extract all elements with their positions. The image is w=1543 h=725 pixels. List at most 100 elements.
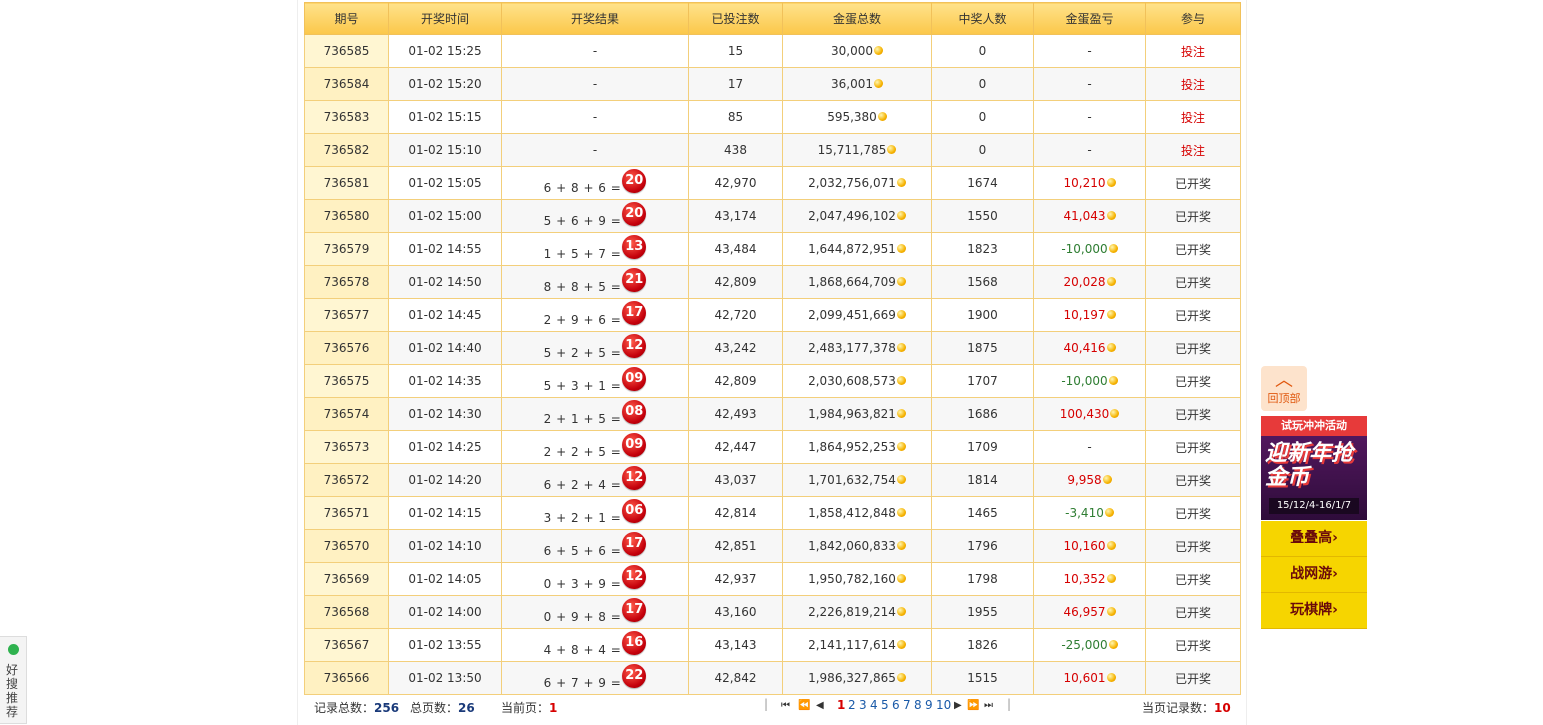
bet-link[interactable]: 投注 (1181, 78, 1205, 92)
next-page-icon[interactable]: ▶ (954, 700, 962, 711)
cell-action: 投注 (1145, 100, 1241, 134)
promo-banner[interactable]: 试玩冲冲活动 迎新年抢金币 15/12/4-16/1/7 (1261, 416, 1367, 520)
eggs-value: 30,000 (831, 44, 873, 58)
cell-bets: 42,447 (688, 430, 783, 464)
page-number-link[interactable]: 6 (892, 698, 900, 712)
cell-period: 736585 (304, 34, 389, 68)
cell-winners: 0 (931, 133, 1034, 167)
profit-value: -10,000 (1061, 242, 1108, 256)
last-page-icon[interactable]: ⏭ (984, 700, 993, 711)
cell-time: 01-02 15:25 (388, 34, 502, 68)
cell-result: 6 + 2 + 4 = 12 (501, 463, 689, 497)
cell-winners: 1955 (931, 595, 1034, 629)
col-header-action: 参与 (1145, 2, 1241, 35)
cell-period: 736579 (304, 232, 389, 266)
cell-action: 已开奖 (1145, 496, 1241, 530)
result-ball: 22 (622, 664, 647, 688)
drawn-status: 已开奖 (1174, 638, 1211, 653)
bet-link[interactable]: 投注 (1181, 111, 1205, 125)
result-formula: 1 + 5 + 7 = (543, 247, 622, 261)
cell-eggs: 15,711,785 (782, 133, 932, 167)
cell-bets: 43,174 (688, 199, 783, 233)
cell-time: 01-02 13:50 (388, 661, 502, 695)
result-expression: 6 + 8 + 6 = 20 (544, 167, 647, 199)
pager-separator-left: | (764, 697, 769, 711)
cell-period: 736572 (304, 463, 389, 497)
gold-egg-icon (896, 277, 906, 286)
bet-link[interactable]: 投注 (1181, 45, 1205, 59)
cell-result: 0 + 3 + 9 = 12 (501, 562, 689, 596)
cell-time: 01-02 13:55 (388, 628, 502, 662)
cell-profit: -10,000 (1033, 364, 1146, 398)
result-formula: 2 + 1 + 5 = (543, 412, 622, 426)
result-formula: - (592, 77, 598, 91)
page-number-link[interactable]: 2 (848, 698, 856, 712)
cell-action: 已开奖 (1145, 628, 1241, 662)
haosou-recommend-tab[interactable]: 好搜推荐 (0, 636, 27, 724)
cell-profit: 20,028 (1033, 265, 1146, 299)
first-page-icon[interactable]: ⏮ (781, 700, 790, 711)
cell-action: 已开奖 (1145, 232, 1241, 266)
result-formula: 6 + 8 + 6 = (543, 181, 622, 195)
col-header-eggs: 金蛋总数 (782, 2, 932, 35)
cell-result: 2 + 1 + 5 = 08 (501, 397, 689, 431)
page-number-link[interactable]: 7 (903, 698, 911, 712)
table-row: 736578 01-02 14:50 8 + 8 + 5 = 21 42,809 1,86… (304, 265, 1241, 299)
cell-bets: 43,484 (688, 232, 783, 266)
cell-period: 736570 (304, 529, 389, 563)
page-number-link[interactable]: 10 (936, 698, 951, 712)
game-link-wanqipai[interactable]: 玩棋牌› (1261, 593, 1367, 629)
cell-profit: - (1033, 34, 1146, 68)
page-number-link[interactable]: 3 (859, 698, 867, 712)
cell-result: 6 + 8 + 6 = 20 (501, 166, 689, 200)
page-number-link[interactable]: 1 (837, 698, 845, 712)
gold-egg-icon (1106, 673, 1116, 682)
cell-time: 01-02 15:00 (388, 199, 502, 233)
col-header-time: 开奖时间 (388, 2, 502, 35)
page-number-link[interactable]: 4 (870, 698, 878, 712)
cell-winners: 1568 (931, 265, 1034, 299)
cell-eggs: 1,858,412,848 (782, 496, 932, 530)
cell-bets: 42,842 (688, 661, 783, 695)
page-number-link[interactable]: 9 (925, 698, 933, 712)
bet-link[interactable]: 投注 (1181, 144, 1205, 158)
result-ball: 20 (622, 202, 647, 226)
prev-page-icon[interactable]: ◀ (816, 700, 824, 711)
cell-eggs: 1,864,952,253 (782, 430, 932, 464)
profit-value: 10,197 (1063, 308, 1106, 322)
cell-period: 736571 (304, 496, 389, 530)
drawn-status: 已开奖 (1174, 671, 1211, 686)
gold-egg-icon (896, 574, 906, 583)
page-number-link[interactable]: 5 (881, 698, 889, 712)
gold-egg-icon (896, 244, 906, 253)
gold-egg-icon (896, 343, 906, 352)
gold-egg-icon (896, 409, 906, 418)
gold-egg-icon (877, 112, 887, 121)
game-link-diediegao[interactable]: 叠叠高› (1261, 521, 1367, 557)
back-to-top-button[interactable]: ︿ 回顶部 (1261, 366, 1307, 411)
gold-egg-icon (1106, 178, 1116, 187)
result-expression: - (593, 35, 597, 67)
result-expression: - (593, 134, 597, 166)
drawn-status: 已开奖 (1174, 539, 1211, 554)
eggs-value: 2,030,608,573 (808, 374, 896, 388)
game-link-zhanwangyou[interactable]: 战网游› (1261, 557, 1367, 593)
next-fast-icon[interactable]: ⏩ (967, 700, 979, 711)
page-number-link[interactable]: 8 (914, 698, 922, 712)
cell-winners: 1900 (931, 298, 1034, 332)
result-formula: 5 + 2 + 5 = (543, 346, 622, 360)
drawn-status: 已开奖 (1174, 506, 1211, 521)
table-row: 736579 01-02 14:55 1 + 5 + 7 = 13 43,484 1,64… (304, 232, 1241, 266)
cell-period: 736583 (304, 100, 389, 134)
cell-eggs: 1,950,782,160 (782, 562, 932, 596)
prev-fast-icon[interactable]: ⏪ (798, 700, 810, 711)
cell-bets: 42,809 (688, 364, 783, 398)
result-ball: 12 (622, 565, 647, 589)
result-ball: 12 (622, 334, 647, 358)
cell-result: 3 + 2 + 1 = 06 (501, 496, 689, 530)
cell-winners: 1515 (931, 661, 1034, 695)
profit-value: - (1087, 77, 1092, 91)
cell-period: 736581 (304, 166, 389, 200)
col-header-bets: 已投注数 (688, 2, 783, 35)
cell-eggs: 1,644,872,951 (782, 232, 932, 266)
